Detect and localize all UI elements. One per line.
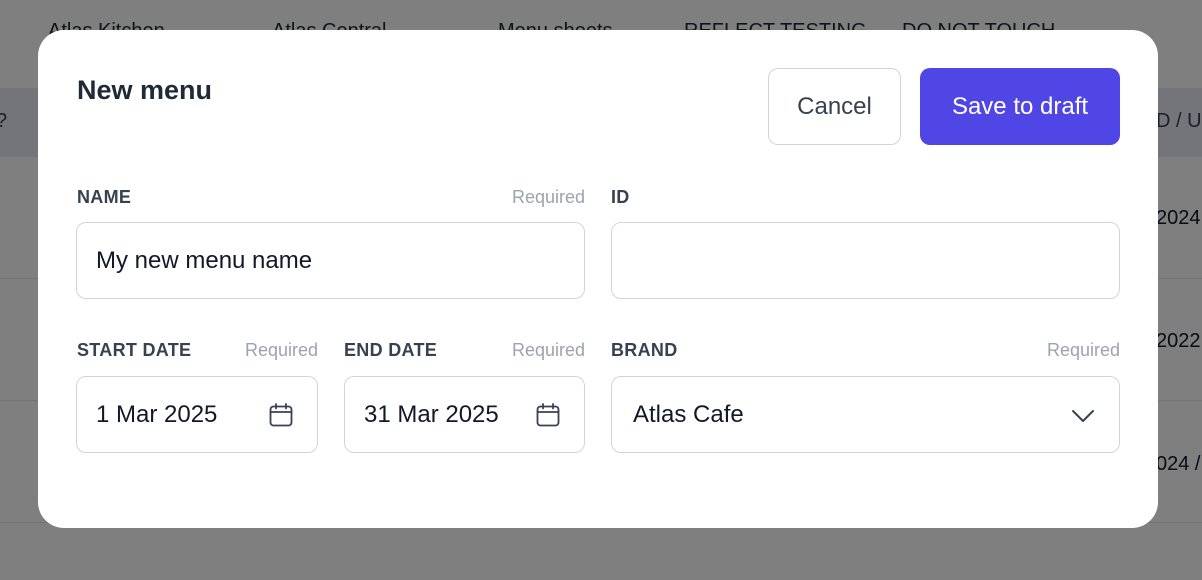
id-label: ID: [611, 187, 630, 207]
brand-label: BRAND: [611, 340, 678, 360]
start-date-label: START DATE: [77, 340, 192, 360]
end-date-value: 31 Mar 2025: [364, 400, 499, 428]
cancel-button[interactable]: Cancel: [768, 68, 901, 145]
name-field[interactable]: [76, 222, 585, 299]
save-to-draft-button[interactable]: Save to draft: [920, 68, 1120, 145]
page: Atlas Kitchen Atlas Central Menu sheets …: [0, 0, 1202, 580]
end-date-required-hint: Required: [511, 340, 585, 360]
brand-required-hint: Required: [1046, 340, 1120, 360]
end-date-field[interactable]: 31 Mar 2025: [344, 376, 585, 453]
brand-select[interactable]: Atlas Cafe: [611, 376, 1120, 453]
start-date-value: 1 Mar 2025: [96, 400, 218, 428]
start-date-field[interactable]: 1 Mar 2025: [76, 376, 318, 453]
calendar-icon[interactable]: [534, 401, 562, 429]
dialog-title: New menu: [77, 75, 213, 105]
start-date-required-hint: Required: [244, 340, 318, 360]
brand-selected-value: Atlas Cafe: [633, 400, 744, 428]
name-label: NAME: [77, 187, 132, 207]
id-field[interactable]: [611, 222, 1120, 299]
calendar-icon[interactable]: [267, 401, 295, 429]
name-required-hint: Required: [511, 187, 585, 207]
chevron-down-icon[interactable]: [1069, 401, 1097, 429]
end-date-label: END DATE: [344, 340, 438, 360]
new-menu-dialog: New menu Cancel Save to draft NAME Requi…: [38, 30, 1158, 528]
id-input[interactable]: [612, 246, 1119, 275]
name-input[interactable]: [77, 246, 584, 275]
